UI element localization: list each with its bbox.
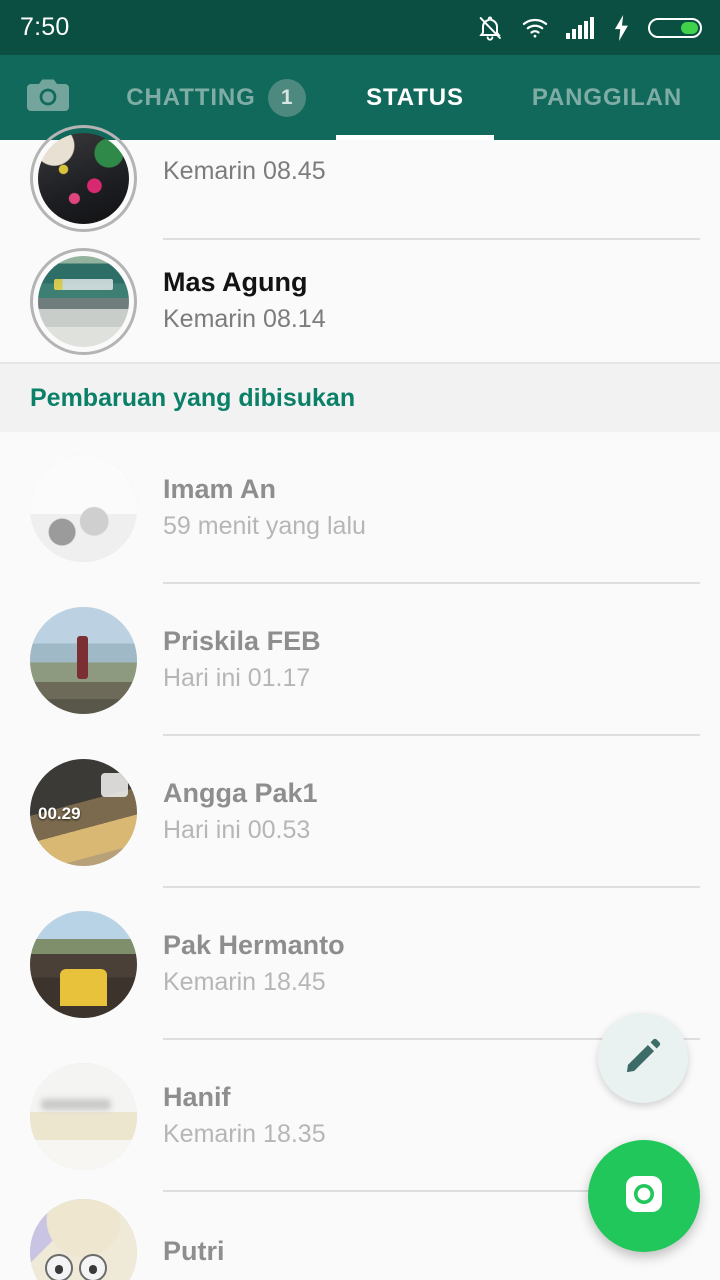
avatar-photo xyxy=(38,133,129,224)
status-time: Kemarin 08.14 xyxy=(163,305,326,334)
tab-panggilan-label: PANGGILAN xyxy=(531,83,683,111)
status-time: Hari ini 00.53 xyxy=(163,816,311,845)
status-name: Priskila FEB xyxy=(163,626,321,657)
status-row-imam-an[interactable]: Imam An 59 menit yang lalu xyxy=(0,432,720,584)
avatar xyxy=(30,125,137,232)
bell-off-icon xyxy=(476,14,504,42)
avatar: 00.29 xyxy=(30,758,137,866)
edit-status-fab[interactable] xyxy=(598,1013,688,1103)
status-name: Imam An xyxy=(163,474,277,505)
new-status-camera-fab[interactable] xyxy=(588,1140,700,1252)
status-name: Pak Hermanto xyxy=(163,930,345,961)
status-row-clipped[interactable]: Kemarin 08.45 xyxy=(0,125,720,240)
status-time: 59 menit yang lalu xyxy=(163,512,366,541)
system-status-bar: 7:50 xyxy=(0,0,720,55)
decorative-eye xyxy=(44,1254,73,1280)
avatar-photo xyxy=(30,606,137,714)
tab-chatting-badge: 1 xyxy=(267,78,306,117)
wifi-icon xyxy=(521,14,549,42)
avatar-photo xyxy=(30,910,137,1018)
status-name: Mas Agung xyxy=(163,267,308,298)
video-duration-badge: 00.29 xyxy=(38,804,81,824)
muted-section-header: Pembaruan yang dibisukan xyxy=(0,362,720,432)
toolbar-camera-button[interactable] xyxy=(0,75,96,120)
pencil-icon xyxy=(622,1035,664,1082)
avatar xyxy=(30,1062,137,1170)
status-row-mas-agung[interactable]: Mas Agung Kemarin 08.14 xyxy=(0,240,720,362)
camera-icon xyxy=(618,1168,670,1225)
battery-icon xyxy=(648,15,702,41)
avatar xyxy=(30,247,137,355)
status-time: Kemarin 18.45 xyxy=(163,968,326,997)
status-list: Kemarin 08.45 Mas Agung Kemarin 08.14 Pe… xyxy=(0,125,720,1280)
status-bar-clock: 7:50 xyxy=(20,13,70,41)
decorative-eye xyxy=(79,1254,108,1280)
whatsapp-status-screen: 7:50 CHATTING 1 STATUS PANGGILAN Kemarin… xyxy=(0,0,720,1280)
tab-status-label: STATUS xyxy=(366,83,464,111)
avatar xyxy=(30,1198,137,1280)
signal-icon xyxy=(566,15,596,41)
tab-chatting-label: CHATTING xyxy=(126,83,256,111)
avatar-photo xyxy=(30,1198,137,1280)
avatar-photo xyxy=(38,255,129,347)
status-row-pak-hermanto[interactable]: Pak Hermanto Kemarin 18.45 xyxy=(0,888,720,1040)
status-bar-icons xyxy=(476,14,702,42)
camera-icon xyxy=(25,75,71,120)
tab-panggilan[interactable]: PANGGILAN xyxy=(494,55,720,140)
tab-status[interactable]: STATUS xyxy=(336,55,494,140)
status-row-angga-pak1[interactable]: 00.29 Angga Pak1 Hari ini 00.53 xyxy=(0,736,720,888)
status-time: Hari ini 01.17 xyxy=(163,664,311,693)
avatar-photo xyxy=(30,454,137,562)
avatar xyxy=(30,606,137,714)
avatar xyxy=(30,454,137,562)
avatar-photo xyxy=(30,1062,137,1170)
status-time: Kemarin 08.45 xyxy=(163,157,326,185)
charging-bolt-icon xyxy=(613,14,631,41)
status-row-priskila-feb[interactable]: Priskila FEB Hari ini 01.17 xyxy=(0,584,720,736)
avatar xyxy=(30,910,137,1018)
status-name: Angga Pak1 xyxy=(163,778,318,809)
muted-section-title: Pembaruan yang dibisukan xyxy=(30,383,356,412)
tab-bar: CHATTING 1 STATUS PANGGILAN xyxy=(96,55,720,140)
